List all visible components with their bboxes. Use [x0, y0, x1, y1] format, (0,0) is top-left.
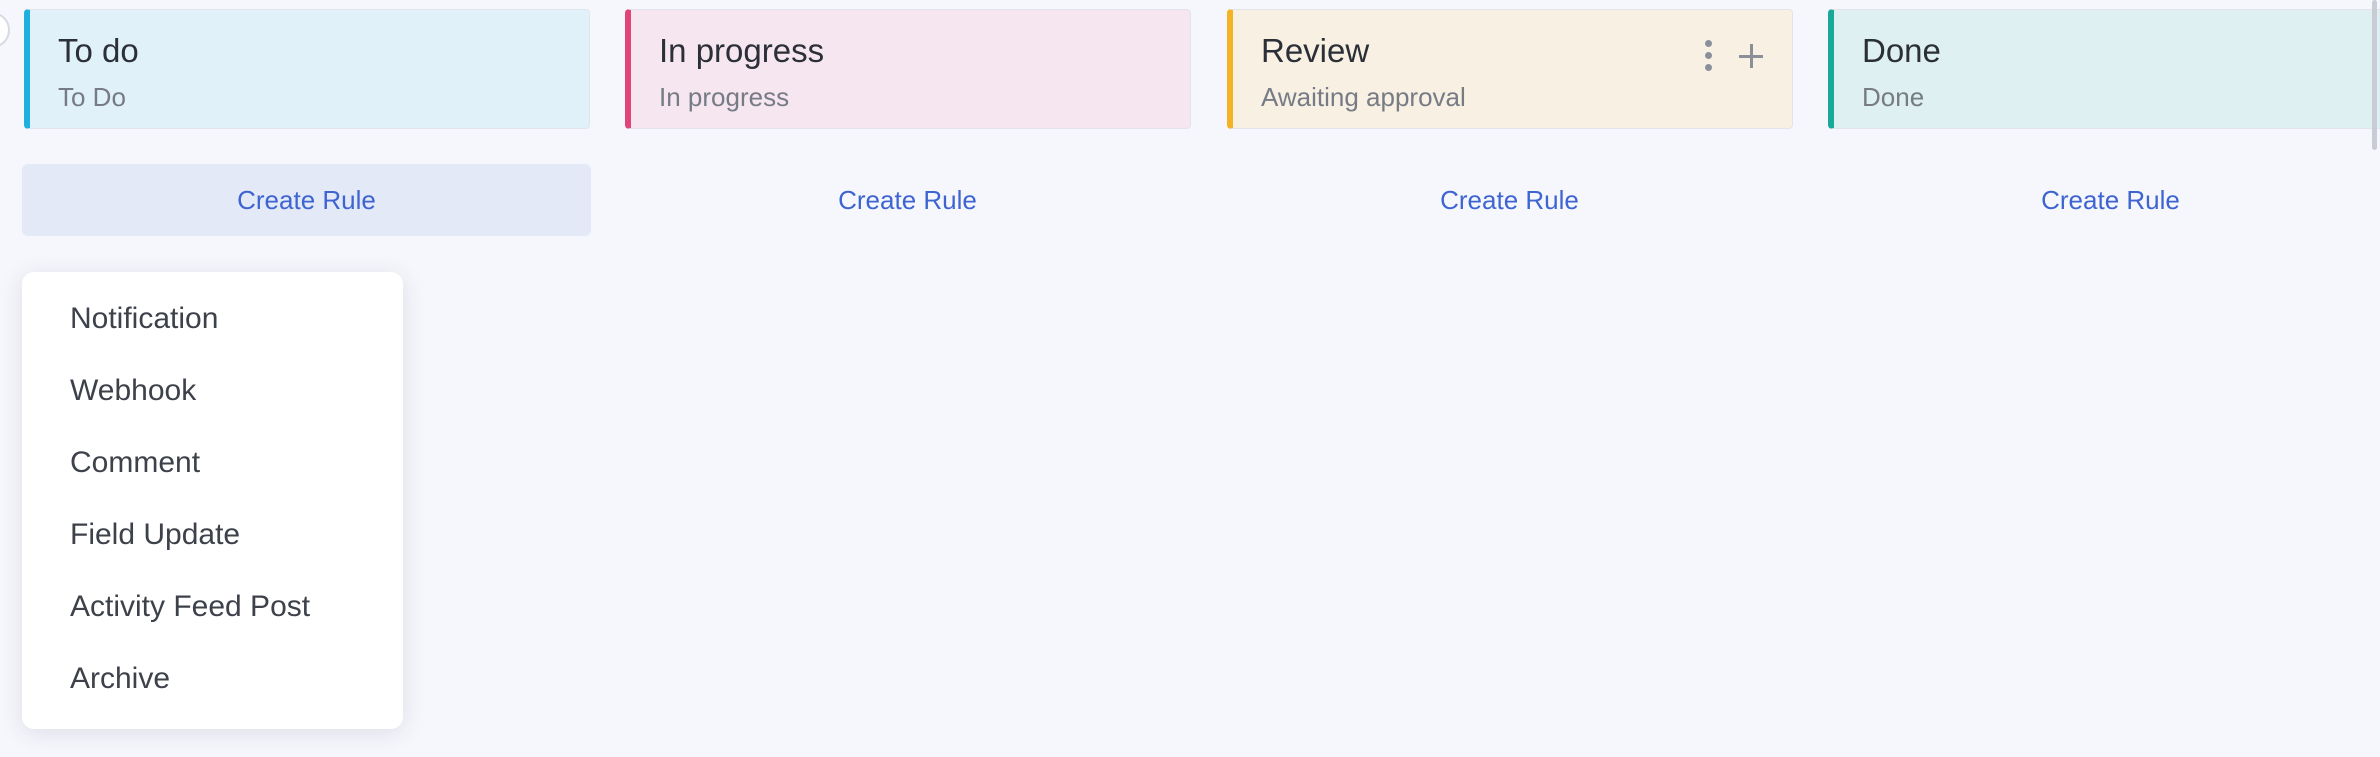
vertical-scrollbar[interactable]	[2372, 0, 2377, 150]
rule-type-menu: Notification Webhook Comment Field Updat…	[22, 272, 403, 729]
create-rule-button-review[interactable]: Create Rule	[1225, 164, 1794, 236]
column-header-review: Review Awaiting approval	[1227, 9, 1793, 129]
menu-item-archive[interactable]: Archive	[70, 662, 170, 696]
column-title: In progress	[659, 32, 825, 69]
column-status: In progress	[659, 82, 790, 112]
create-rule-button-todo[interactable]: Create Rule	[22, 164, 591, 236]
create-rule-button-done[interactable]: Create Rule	[1826, 164, 2380, 236]
column-title: To do	[58, 32, 139, 69]
column-actions	[1705, 40, 1764, 71]
menu-item-webhook[interactable]: Webhook	[70, 374, 196, 408]
menu-item-activity-feed-post[interactable]: Activity Feed Post	[70, 590, 310, 624]
column-title: Review	[1261, 32, 1370, 69]
scroll-left-button[interactable]	[0, 12, 10, 48]
menu-item-field-update[interactable]: Field Update	[70, 518, 240, 552]
column-status: Awaiting approval	[1261, 82, 1466, 112]
more-vertical-icon[interactable]	[1705, 40, 1712, 71]
column-status: To Do	[58, 82, 126, 112]
menu-item-notification[interactable]: Notification	[70, 302, 218, 336]
column-header-todo: To do To Do	[24, 9, 590, 129]
create-rule-button-in-progress[interactable]: Create Rule	[623, 164, 1192, 236]
column-status: Done	[1862, 82, 1925, 112]
column-header-done: Done Done	[1828, 9, 2380, 129]
menu-item-comment[interactable]: Comment	[70, 446, 200, 480]
column-title: Done	[1862, 32, 1941, 69]
column-header-in-progress: In progress In progress	[625, 9, 1191, 129]
plus-icon[interactable]	[1738, 43, 1764, 69]
